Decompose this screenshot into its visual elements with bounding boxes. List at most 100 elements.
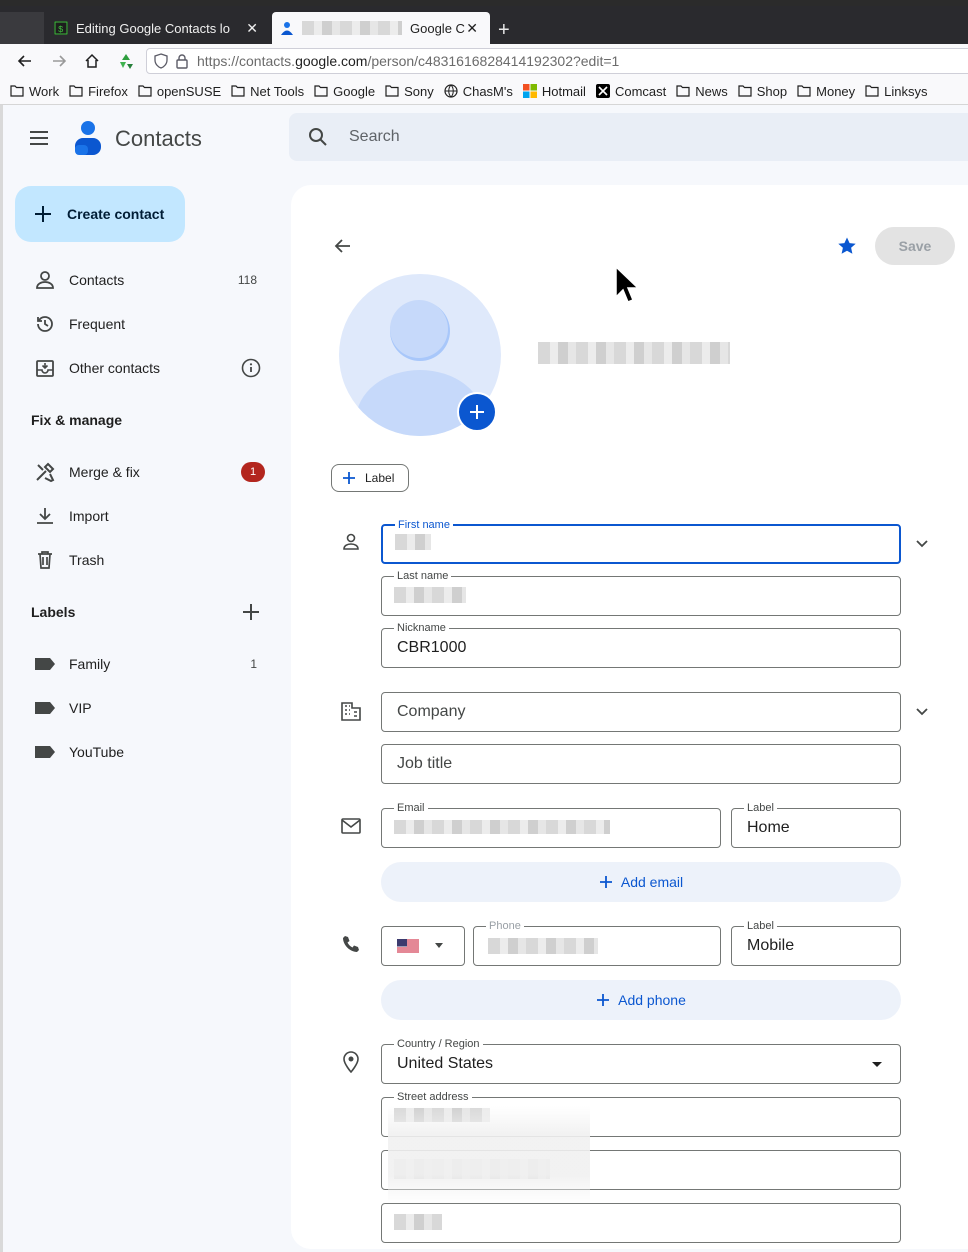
search-icon [309,128,327,146]
email-type-label: Label [744,801,777,815]
phone-label: Phone [486,919,524,933]
close-tab-icon[interactable]: ✕ [466,20,478,37]
plus-icon [599,876,612,888]
country-region-label: Country / Region [394,1037,483,1051]
bookmark-item[interactable]: Firefox [69,84,128,99]
bookmark-item[interactable]: Work [10,84,59,99]
main-menu-button[interactable] [29,130,49,151]
bookmark-label: Hotmail [541,83,586,99]
tab-google-contacts[interactable]: Google C ✕ [272,12,490,44]
country-code-select[interactable] [381,926,465,966]
sidebar-item-label-youtube[interactable]: YouTube [15,730,273,774]
add-label-chip[interactable]: Label [331,464,409,492]
add-label-icon[interactable] [241,602,261,622]
bookmark-label: Google [333,83,376,99]
add-phone-button[interactable]: Add phone [381,980,901,1020]
sidebar-item-frequent[interactable]: Frequent [15,302,273,346]
label-tag-icon [35,702,55,714]
bookmark-item[interactable]: openSUSE [138,84,221,99]
bookmark-item[interactable]: Google [314,84,375,99]
sidebar-item-trash[interactable]: Trash [15,538,273,582]
bookmark-item[interactable]: Net Tools [231,84,304,99]
sidebar-item-merge-fix[interactable]: Merge & fix [15,450,273,494]
bookmark-item[interactable]: Money [797,84,855,99]
hamburger-menu-icon [30,131,48,145]
city-field[interactable] [381,1203,901,1243]
svg-text:$: $ [58,25,64,35]
bookmark-item[interactable]: News [676,84,728,99]
phone-type-field[interactable]: Label Mobile [731,919,901,966]
sidebar-item-label-vip[interactable]: VIP [15,686,273,730]
url-bar[interactable]: https://contacts. google.com/person/c4831… [146,48,968,74]
home-button[interactable] [82,51,102,71]
tab-editing-contacts[interactable]: $ Editing Google Contacts lo ✕ [46,12,270,44]
folder-icon [865,85,879,97]
download-icon [37,508,53,524]
sidebar-item-other-contacts[interactable]: Other contacts [15,346,273,390]
first-name-field[interactable]: First name [381,518,901,564]
new-tab-icon[interactable]: + [498,20,510,40]
url-path: /person/c4831616828414192302?edit=1 [367,53,620,69]
mouse-cursor-icon [615,265,640,303]
navigation-bar: https://contacts. google.com/person/c4831… [0,44,968,78]
save-button[interactable]: Save [875,227,955,265]
star-icon[interactable] [837,236,857,256]
microsoft-icon [522,84,537,98]
bookmark-label: openSUSE [156,83,222,99]
country-region-select[interactable]: Country / Region United States [381,1037,901,1084]
bookmark-label: Work [29,83,60,99]
bookmark-label: Sony [404,83,434,99]
sidebar-item-label: Other contacts [69,360,161,376]
sidebar-item-label-family[interactable]: Family 1 [15,642,273,686]
plus-icon [470,405,484,419]
building-icon [341,702,361,721]
bookmark-item[interactable]: Hotmail [522,83,586,99]
back-arrow-icon[interactable] [334,237,352,255]
url-prefix: https://contacts. [197,53,296,69]
blurred-phone [488,938,598,954]
back-button[interactable] [15,51,35,71]
email-field[interactable]: Email [381,801,721,848]
company-field[interactable]: Company [381,692,901,732]
labels-heading: Labels [31,604,76,620]
pinned-tab-stub[interactable] [0,12,44,44]
bookmark-item[interactable]: Sony [385,84,434,99]
create-contact-button[interactable]: Create contact [15,186,185,242]
nickname-label: Nickname [394,621,449,635]
email-type-field[interactable]: Label Home [731,801,901,848]
forward-button[interactable] [49,51,69,71]
shield-icon [154,53,168,69]
folder-icon [231,85,245,97]
bookmark-item[interactable]: Shop [738,84,787,99]
last-name-field[interactable]: Last name [381,569,901,616]
contacts-favicon-icon [281,22,293,35]
bookmarks-bar: Work Firefox openSUSE Net Tools Google Sony Ch… [0,78,968,105]
chevron-down-icon[interactable] [914,703,930,719]
plus-icon [597,994,610,1006]
merge-count-badge: 1 [241,462,265,482]
bookmark-item[interactable]: Linksys [865,84,928,99]
add-photo-button[interactable] [457,392,497,432]
phone-field[interactable]: Phone [473,919,721,966]
nickname-field[interactable]: Nickname CBR1000 [381,621,901,668]
sidebar-item-contacts[interactable]: Contacts 118 [15,258,273,302]
label-tag-icon [35,658,55,670]
terminal-favicon-icon: $ [54,21,68,35]
info-icon[interactable] [241,358,261,378]
blurred-tab-text [302,21,402,35]
extension-button[interactable] [116,51,136,71]
sidebar-item-label: YouTube [69,744,125,760]
add-email-button[interactable]: Add email [381,862,901,902]
add-email-label: Add email [620,874,684,890]
bookmark-label: Firefox [88,83,128,99]
job-title-placeholder: Job title [397,755,453,772]
sidebar-item-import[interactable]: Import [15,494,273,538]
bookmark-item[interactable]: Comcast [595,84,666,99]
job-title-field[interactable]: Job title [381,744,901,784]
bookmark-item[interactable]: ChasM's [444,84,513,99]
blurred-contact-name [538,342,730,364]
chevron-down-icon[interactable] [914,535,930,551]
country-region-value: United States [397,1055,494,1072]
fix-manage-heading: Fix & manage [31,412,123,428]
close-tab-icon[interactable]: ✕ [246,20,258,37]
